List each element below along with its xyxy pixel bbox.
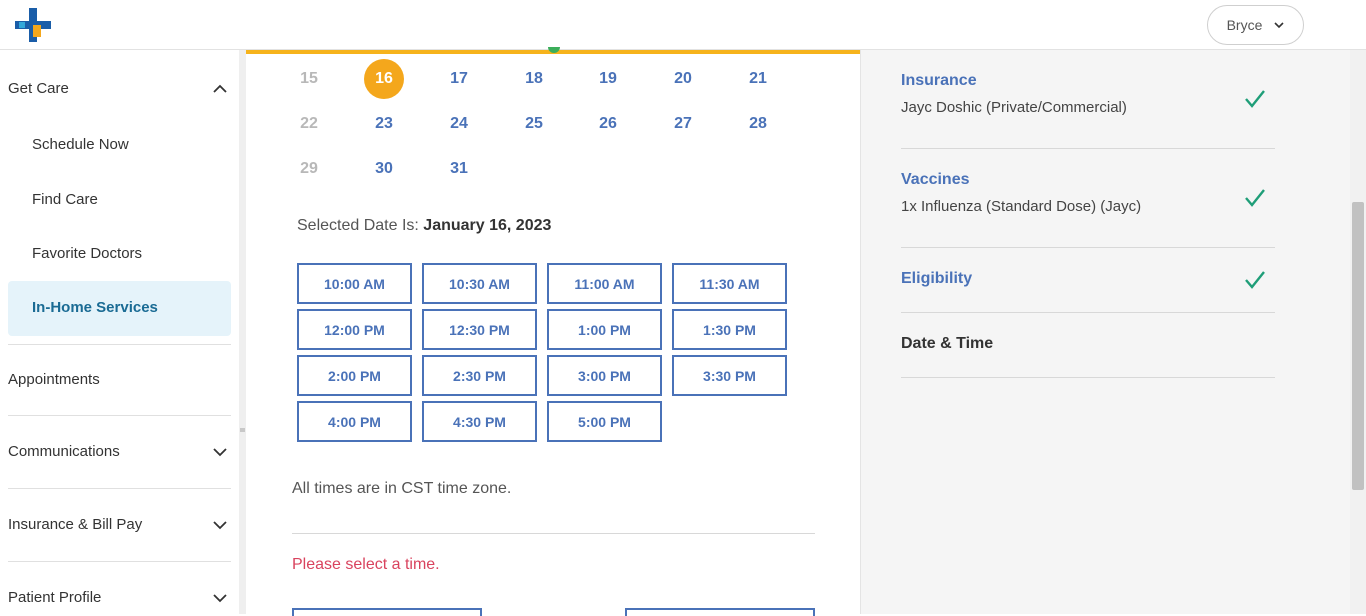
- calendar-day[interactable]: 21: [738, 59, 778, 99]
- selected-date-label: Selected Date Is:: [297, 217, 419, 234]
- time-slot-button[interactable]: 12:30 PM: [422, 309, 537, 350]
- divider: [8, 415, 231, 416]
- check-icon: [1245, 189, 1265, 207]
- summary-insurance-title: Insurance: [901, 72, 977, 89]
- divider: [901, 377, 1275, 378]
- summary-date-time-title: Date & Time: [901, 335, 994, 352]
- divider: [8, 344, 231, 345]
- calendar-day[interactable]: 26: [588, 104, 628, 144]
- time-slot-button[interactable]: 2:00 PM: [297, 355, 412, 396]
- chevron-down-icon: [213, 593, 227, 602]
- calendar-day[interactable]: 17: [439, 59, 479, 99]
- summary-insurance-detail: Jayc Doshic (Private/Commercial): [901, 99, 1127, 116]
- calendar-day[interactable]: 16: [364, 59, 404, 99]
- time-slot-button[interactable]: 1:30 PM: [672, 309, 787, 350]
- selected-date-value: January 16, 2023: [423, 217, 552, 234]
- calendar-day: 15: [300, 70, 318, 87]
- nav-schedule-now[interactable]: Schedule Now: [32, 136, 129, 153]
- calendar-day[interactable]: 28: [738, 104, 778, 144]
- check-icon: [1245, 90, 1265, 108]
- time-slot-button[interactable]: 11:00 AM: [547, 263, 662, 304]
- divider: [901, 148, 1275, 149]
- calendar-day[interactable]: 19: [588, 59, 628, 99]
- chevron-down-icon: [213, 447, 227, 456]
- time-slot-button[interactable]: 3:30 PM: [672, 355, 787, 396]
- chevron-down-icon: [213, 520, 227, 529]
- divider: [292, 533, 815, 534]
- nav-patient-profile[interactable]: Patient Profile: [8, 589, 231, 606]
- top-bar: Bryce: [0, 0, 1366, 50]
- time-slot-button[interactable]: 3:00 PM: [547, 355, 662, 396]
- sidebar-scrollbar[interactable]: [239, 50, 246, 614]
- nav-appointments-label: Appointments: [8, 371, 100, 388]
- sidebar: Get Care Schedule Now Find Care Favorite…: [0, 50, 240, 614]
- divider: [901, 312, 1275, 313]
- calendar-day[interactable]: 30: [364, 149, 404, 189]
- brand-logo-icon[interactable]: [15, 8, 51, 42]
- summary-vaccines-detail: 1x Influenza (Standard Dose) (Jayc): [901, 198, 1142, 215]
- calendar-day[interactable]: 25: [514, 104, 554, 144]
- page-scrollbar[interactable]: [1350, 50, 1366, 614]
- time-slot-button[interactable]: 4:00 PM: [297, 401, 412, 442]
- timezone-note: All times are in CST time zone.: [292, 480, 512, 497]
- calendar-day[interactable]: 31: [439, 149, 479, 189]
- continue-button[interactable]: [625, 608, 815, 616]
- time-slot-button[interactable]: 11:30 AM: [672, 263, 787, 304]
- nav-patient-profile-label: Patient Profile: [8, 589, 102, 606]
- divider: [901, 247, 1275, 248]
- summary-eligibility[interactable]: Eligibility: [901, 270, 1275, 288]
- calendar-day[interactable]: 24: [439, 104, 479, 144]
- chevron-down-icon: [1274, 22, 1284, 29]
- page-scrollbar-thumb[interactable]: [1352, 202, 1364, 490]
- calendar-day[interactable]: 23: [364, 104, 404, 144]
- summary-panel: Insurance Jayc Doshic (Private/Commercia…: [860, 50, 1350, 614]
- time-slot-button[interactable]: 2:30 PM: [422, 355, 537, 396]
- back-button[interactable]: [292, 608, 482, 616]
- calendar-day[interactable]: 20: [663, 59, 703, 99]
- nav-insurance-bill-pay-label: Insurance & Bill Pay: [8, 516, 143, 533]
- nav-communications[interactable]: Communications: [8, 443, 231, 460]
- nav-find-care[interactable]: Find Care: [32, 191, 98, 208]
- summary-date-time: Date & Time: [901, 335, 1275, 353]
- divider: [8, 561, 231, 562]
- chevron-up-icon: [213, 84, 227, 93]
- summary-vaccines-title: Vaccines: [901, 171, 970, 188]
- time-slot-button[interactable]: 10:30 AM: [422, 263, 537, 304]
- nav-communications-label: Communications: [8, 443, 120, 460]
- nav-get-care-label: Get Care: [8, 80, 69, 97]
- nav-in-home-services-label: In-Home Services: [32, 299, 158, 316]
- nav-get-care[interactable]: Get Care: [8, 80, 231, 97]
- calendar-day: 22: [300, 115, 318, 132]
- user-name: Bryce: [1226, 17, 1263, 33]
- calendar-day: 29: [300, 160, 318, 177]
- user-menu-button[interactable]: Bryce: [1207, 5, 1304, 45]
- summary-insurance[interactable]: Insurance Jayc Doshic (Private/Commercia…: [901, 72, 1275, 116]
- time-slot-button[interactable]: 4:30 PM: [422, 401, 537, 442]
- divider: [8, 488, 231, 489]
- nav-insurance-bill-pay[interactable]: Insurance & Bill Pay: [8, 516, 231, 533]
- nav-in-home-services[interactable]: In-Home Services: [8, 281, 231, 336]
- time-slot-button[interactable]: 1:00 PM: [547, 309, 662, 350]
- check-icon: [1245, 271, 1265, 289]
- scheduling-panel: 15 16 17 18 19 20 21 22 23 24 25 26 27 28 29 30 31 Selec…: [246, 47, 1168, 616]
- sidebar-scrollbar-thumb[interactable]: [240, 428, 245, 432]
- calendar-day[interactable]: 27: [663, 104, 703, 144]
- nav-appointments[interactable]: Appointments: [8, 371, 231, 388]
- time-slot-button[interactable]: 10:00 AM: [297, 263, 412, 304]
- nav-favorite-doctors[interactable]: Favorite Doctors: [32, 245, 142, 262]
- time-slot-button[interactable]: 12:00 PM: [297, 309, 412, 350]
- selected-date: Selected Date Is: January 16, 2023: [297, 217, 551, 235]
- time-slot-button[interactable]: 5:00 PM: [547, 401, 662, 442]
- calendar-day[interactable]: 18: [514, 59, 554, 99]
- summary-vaccines[interactable]: Vaccines 1x Influenza (Standard Dose) (J…: [901, 171, 1275, 215]
- error-message: Please select a time.: [292, 556, 440, 573]
- summary-eligibility-title: Eligibility: [901, 270, 973, 287]
